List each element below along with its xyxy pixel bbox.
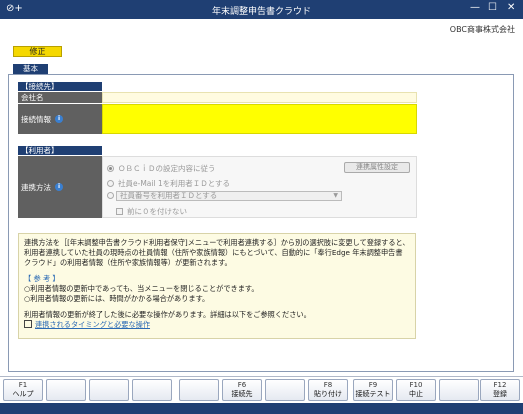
maximize-button[interactable]: ☐: [488, 2, 497, 13]
company-value: [102, 92, 417, 103]
fkey-blank-button[interactable]: [439, 379, 479, 401]
f12-register-button[interactable]: F12 登録: [480, 379, 520, 401]
reference-title: 【 参 考 】: [24, 274, 60, 283]
radio-icon[interactable]: [107, 180, 114, 187]
window-titlebar: ⊘+ 年末調整申告書クラウド — ☐ ✕: [0, 0, 523, 19]
company-label-text: 会社名: [21, 93, 44, 102]
reference-line: ○利用者情報の更新には、時間がかかる場合があります。: [24, 294, 210, 303]
employee-number-select[interactable]: 社員番号を利用者ＩＤとする ▼: [116, 191, 342, 201]
reference-line: ○利用者情報の更新中であっても、当メニューを閉じることができます。: [24, 284, 259, 293]
no-zero-prefix-checkbox[interactable]: 前に０を付けない: [116, 206, 187, 217]
fkey-blank-button[interactable]: [179, 379, 219, 401]
link-method-label: 連携方法 i: [18, 156, 102, 218]
checkbox-icon[interactable]: [116, 208, 123, 215]
chevron-down-icon: ▼: [333, 192, 338, 199]
status-bar: [0, 403, 523, 414]
f9-connection-test-button[interactable]: F9 接続テスト: [353, 379, 393, 401]
company-label: 会社名: [18, 92, 102, 103]
fkey-blank-button[interactable]: [46, 379, 86, 401]
info-note: 連携方法を［[年末調整申告書クラウド利用者保守]メニューで利用者連携する］から別…: [18, 233, 416, 339]
note-tail: 利用者情報の更新が終了した後に必要な操作があります。詳細は以下をご参照ください。: [24, 310, 311, 319]
radio-email[interactable]: 社員e-Mail 1を利用者ＩＤとする: [107, 178, 230, 189]
user-section-heading: 【利用者】: [18, 146, 102, 155]
radio-icon[interactable]: [107, 192, 114, 199]
fkey-blank-button[interactable]: [89, 379, 129, 401]
connection-info-label-text: 接続情報: [21, 114, 51, 124]
radio-obcid[interactable]: ＯＢＣｉＤの設定内容に従う: [107, 163, 216, 174]
radio-email-label: 社員e-Mail 1を利用者ＩＤとする: [118, 179, 230, 188]
edit-icon: [24, 320, 32, 328]
info-icon[interactable]: i: [55, 115, 63, 123]
radio-obcid-label: ＯＢＣｉＤの設定内容に従う: [118, 164, 216, 173]
mode-badge: 修正: [13, 46, 62, 57]
connection-info-field[interactable]: [102, 104, 417, 134]
tab-basic[interactable]: 基本: [13, 64, 48, 74]
f10-cancel-button[interactable]: F10 中止: [396, 379, 436, 401]
fkey-blank-button[interactable]: [132, 379, 172, 401]
radio-icon[interactable]: [107, 165, 114, 172]
info-icon[interactable]: i: [55, 183, 63, 191]
company-name: OBC商事株式会社: [449, 25, 515, 34]
timing-help-link[interactable]: 連携されるタイミングと必要な操作: [35, 320, 150, 329]
window-title: 年末調整申告書クラウド: [211, 7, 311, 17]
link-method-label-text: 連携方法: [21, 182, 51, 192]
f1-help-button[interactable]: F1 ヘルプ: [3, 379, 43, 401]
note-line: 連携方法を［[年末調整申告書クラウド利用者保守]メニューで利用者連携する］から別…: [24, 238, 410, 247]
note-line: クラウド」の利用者情報（住所や家族情報等）が更新されます。: [24, 258, 232, 267]
connection-info-label: 接続情報 i: [18, 104, 102, 134]
minimize-button[interactable]: —: [470, 2, 480, 13]
close-button[interactable]: ✕: [507, 2, 515, 13]
f6-connection-button[interactable]: F6 接続先: [222, 379, 262, 401]
note-line: 利用者連携していた社員の現時点の社員情報（住所や家族情報）にもとづいて、自動的に…: [24, 248, 403, 257]
employee-number-select-value: 社員番号を利用者ＩＤとする: [120, 191, 218, 200]
link-attribute-settings-button[interactable]: 連携属性設定: [344, 162, 410, 173]
note-link-row: 連携されるタイミングと必要な操作: [24, 320, 410, 330]
no-zero-prefix-label: 前に０を付けない: [127, 207, 187, 216]
fkey-blank-button[interactable]: [265, 379, 305, 401]
connection-section-heading: 【接続先】: [18, 82, 102, 91]
f8-paste-button[interactable]: F8 貼り付け: [308, 379, 348, 401]
